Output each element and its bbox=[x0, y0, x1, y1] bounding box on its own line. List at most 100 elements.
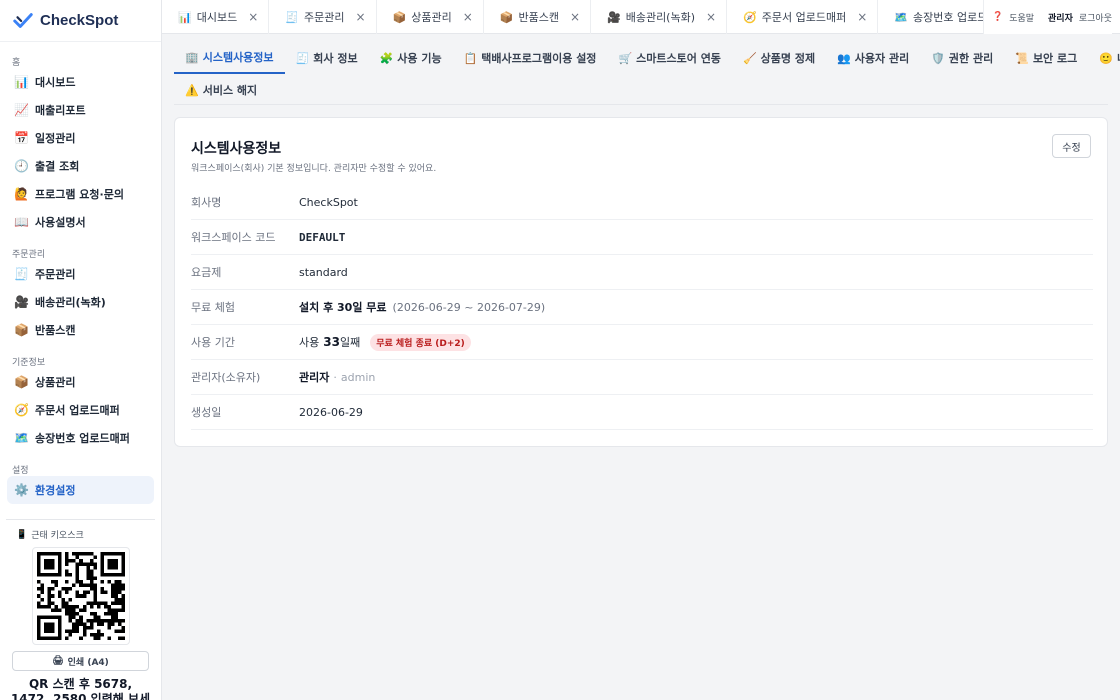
sidebar-item-label: 출결 조회 bbox=[35, 160, 80, 173]
card-description: 워크스페이스(회사) 기본 정보입니다. 관리자만 수정할 수 있어요. bbox=[191, 164, 437, 174]
close-tab-icon[interactable]: × bbox=[248, 10, 258, 24]
settings-subtab-label: 회사 정보 bbox=[313, 52, 358, 65]
close-tab-icon[interactable]: × bbox=[463, 10, 473, 24]
owner-name: 관리자 bbox=[299, 371, 330, 384]
sidebar-item-label: 대시보드 bbox=[35, 76, 76, 89]
sidebar-item[interactable]: 📈 매출리포트 bbox=[0, 96, 161, 124]
info-row-trial: 무료 체험 설치 후 30일 무료 (2026-06-29 ~ 2026-07-… bbox=[191, 290, 1093, 325]
settings-subtab[interactable]: 🧹 상품명 정제 bbox=[732, 42, 826, 74]
settings-subtab-icon: 📋 bbox=[463, 51, 478, 65]
top-tab-label: 배송관리(녹화) bbox=[625, 11, 696, 24]
logout-link[interactable]: 로그아웃 bbox=[1079, 11, 1112, 24]
sidebar-item[interactable]: 📦 반품스캔 bbox=[0, 316, 161, 344]
settings-subtab-label: 서비스 해지 bbox=[202, 84, 258, 97]
settings-subtab[interactable]: 🧩 사용 기능 bbox=[369, 42, 453, 74]
close-tab-icon[interactable]: × bbox=[706, 10, 716, 24]
sidebar-item[interactable]: 📦 상품관리 bbox=[0, 368, 161, 396]
phone-icon: 📱 bbox=[16, 529, 28, 540]
trial-summary: 설치 후 30일 무료 bbox=[299, 301, 387, 314]
settings-subtab[interactable]: ⚠️ 서비스 해지 bbox=[174, 74, 268, 106]
top-tab-icon: 🧭 bbox=[743, 10, 757, 24]
settings-subtab-label: 보안 로그 bbox=[1032, 52, 1078, 65]
kiosk-label-text: 근태 키오스크 bbox=[31, 531, 84, 541]
sidebar-item-icon: 📖 bbox=[14, 215, 29, 229]
close-tab-icon[interactable]: × bbox=[570, 10, 580, 24]
sidebar-item[interactable]: 🎥 배송관리(녹화) bbox=[0, 288, 161, 316]
sidebar-item[interactable]: 🧭 주문서 업로드매퍼 bbox=[0, 396, 161, 424]
sidebar-item-label: 주문서 업로드매퍼 bbox=[35, 404, 120, 417]
usage-days: 33 bbox=[323, 335, 340, 349]
usage-label: 사용 기간 bbox=[191, 336, 235, 349]
brand-logo[interactable]: CheckSpot bbox=[0, 0, 161, 42]
settings-subtab[interactable]: 📋 택배사프로그램이용 설정 bbox=[453, 42, 608, 74]
settings-subtab-icon: 🛡️ bbox=[931, 51, 945, 65]
sidebar-item[interactable]: 🗺️ 송장번호 업로드매퍼 bbox=[0, 424, 161, 452]
sidebar-item[interactable]: ⚙️ 환경설정 bbox=[7, 476, 154, 504]
plan-value: standard bbox=[299, 265, 348, 279]
settings-subtab[interactable]: 🏢 시스템사용정보 bbox=[174, 42, 285, 74]
owner-value: 관리자 · admin bbox=[299, 369, 375, 385]
settings-subtab-label: 사용자 관리 bbox=[854, 52, 910, 65]
top-tab[interactable]: 📊 대시보드 × bbox=[162, 0, 270, 34]
sidebar-item-label: 매출리포트 bbox=[35, 104, 86, 117]
sidebar-item[interactable]: 📖 사용설명서 bbox=[0, 208, 161, 236]
settings-subtab[interactable]: 🛒 스마트스토어 연동 bbox=[607, 42, 732, 74]
top-tab[interactable]: 🗺️송장번호 업로드매퍼× bbox=[878, 0, 996, 34]
settings-subtab-label: 권한 관리 bbox=[948, 52, 994, 65]
sidebar-section-label: 홈 bbox=[12, 58, 21, 68]
top-tab-icon: 📊 bbox=[178, 10, 192, 24]
settings-subtab[interactable]: 🛡️ 권한 관리 bbox=[920, 42, 1004, 74]
created-label: 생성일 bbox=[191, 406, 222, 419]
sidebar-item[interactable]: 🕘 출결 조회 bbox=[0, 152, 161, 180]
settings-subtab[interactable]: 👥 사용자 관리 bbox=[826, 42, 920, 74]
sidebar: CheckSpot 홈 📊 대시보드 📈 매출리포트 📅 일정관리 🕘 출결 조회 🙋 프로그램 요… bbox=[0, 0, 162, 700]
top-tab-icon: 🗺️ bbox=[894, 10, 909, 24]
sidebar-item-label: 일정관리 bbox=[35, 132, 76, 145]
sidebar-item-label: 송장번호 업로드매퍼 bbox=[35, 432, 130, 445]
settings-subtab[interactable]: 🙂내 정보 bbox=[1088, 42, 1120, 74]
top-tab[interactable]: 🧭 주문서 업로드매퍼 × bbox=[727, 0, 879, 34]
sidebar-item-label: 환경설정 bbox=[35, 484, 76, 497]
edit-button[interactable]: 수정 bbox=[1052, 134, 1091, 158]
help-icon[interactable]: ❓ bbox=[992, 12, 1003, 22]
qr-code-icon bbox=[36, 552, 125, 640]
settings-subtab[interactable]: 🧾 회사 정보 bbox=[285, 42, 369, 74]
close-tab-icon[interactable]: × bbox=[355, 10, 365, 24]
sidebar-item-label: 상품관리 bbox=[35, 376, 76, 389]
sidebar-item-icon: 📦 bbox=[14, 323, 29, 337]
sidebar-item[interactable]: 📊 대시보드 bbox=[0, 68, 161, 96]
sidebar-item-label: 주문관리 bbox=[35, 268, 76, 281]
top-tab-label: 대시보드 bbox=[196, 11, 238, 24]
sidebar-item-icon: 🙋 bbox=[14, 187, 29, 201]
top-tab[interactable]: 📦 상품관리 × bbox=[377, 0, 484, 34]
top-tab[interactable]: 🎥 배송관리(녹화) × bbox=[591, 0, 728, 34]
sidebar-section-label: 주문관리 bbox=[12, 250, 46, 260]
sidebar-section-label: 기준정보 bbox=[12, 358, 46, 368]
trial-label: 무료 체험 bbox=[191, 301, 235, 314]
help-link[interactable]: 도움말 bbox=[1009, 11, 1034, 24]
sidebar-item[interactable]: 📅 일정관리 bbox=[0, 124, 161, 152]
close-tab-icon[interactable]: × bbox=[857, 10, 867, 24]
printer-icon: 🖨 bbox=[52, 656, 64, 666]
sidebar-item-icon: 📅 bbox=[14, 131, 29, 145]
kiosk-qr-code bbox=[31, 547, 130, 645]
company-label: 회사명 bbox=[191, 196, 222, 209]
sidebar-item-label: 사용설명서 bbox=[35, 216, 86, 229]
top-tab-label: 반품스캔 bbox=[518, 11, 559, 24]
checkspot-logo-icon bbox=[13, 12, 33, 28]
qr-instruction: QR 스캔 후 5678, 1472, 2580 입력해 보세요 bbox=[10, 677, 151, 700]
settings-subtab-label: 스마트스토어 연동 bbox=[636, 52, 721, 65]
print-a4-button[interactable]: 🖨 인쇄 (A4) bbox=[12, 651, 149, 671]
sidebar-item-icon: 🗺️ bbox=[14, 431, 29, 445]
info-row-company: 회사명 CheckSpot bbox=[191, 185, 1093, 220]
usage-suffix: 일째 bbox=[339, 336, 361, 349]
settings-subtab-label: 상품명 정제 bbox=[760, 52, 816, 65]
top-tab[interactable]: 📦 반품스캔 × bbox=[484, 0, 591, 34]
sidebar-item[interactable]: 🧾 주문관리 bbox=[0, 260, 161, 288]
settings-subtab-label: 사용 기능 bbox=[397, 52, 442, 65]
top-tab[interactable]: 🧾 주문관리 × bbox=[269, 0, 377, 34]
sidebar-item[interactable]: 🙋 프로그램 요청·문의 bbox=[0, 180, 161, 208]
sidebar-item-icon: 🧾 bbox=[14, 267, 29, 281]
settings-subtab-icon: 🏢 bbox=[185, 50, 199, 64]
settings-subtab[interactable]: 📜 보안 로그 bbox=[1004, 42, 1088, 74]
